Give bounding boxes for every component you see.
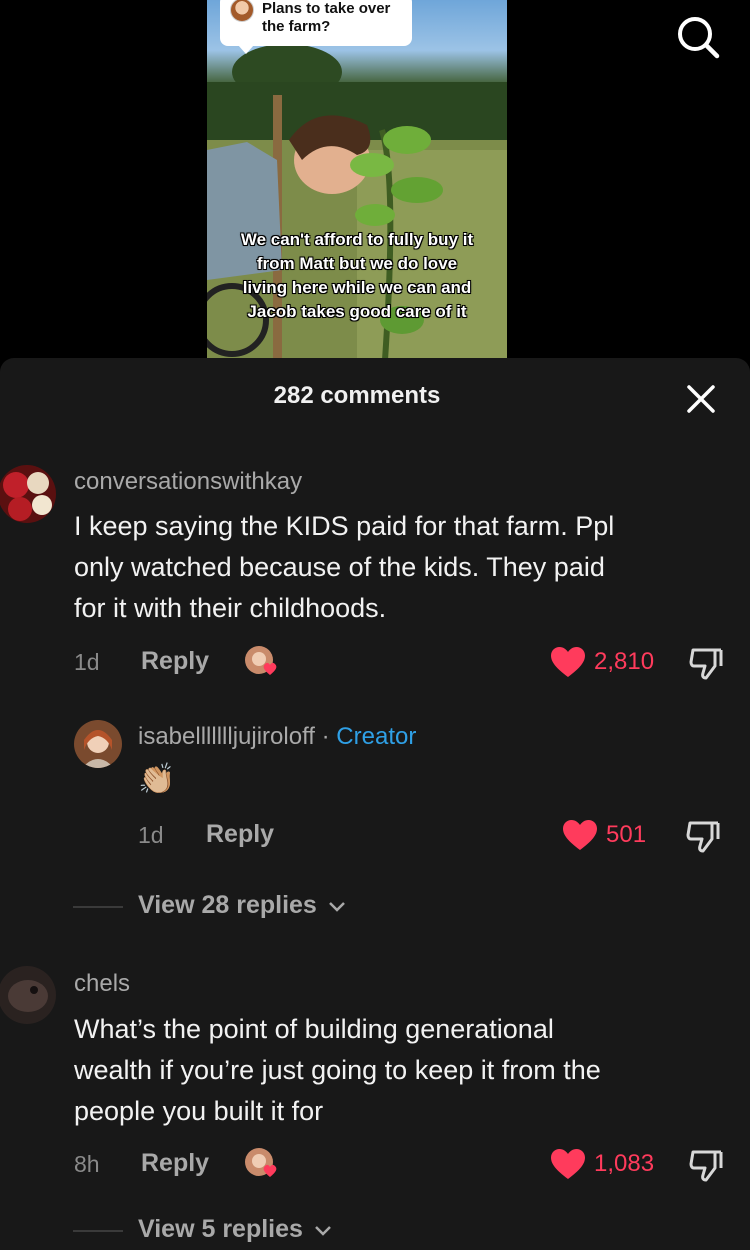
creator-avatar-image	[74, 720, 122, 768]
heart-icon[interactable]	[550, 1148, 586, 1180]
like-count: 2,810	[594, 648, 655, 675]
comment-username[interactable]: chels	[74, 970, 130, 998]
view-replies-button[interactable]: View 28 replies	[138, 891, 346, 920]
like-count: 1,083	[594, 1150, 655, 1177]
comment-text-line: only watched because of the kids. They p…	[74, 552, 605, 582]
comment-time: 8h	[74, 1151, 100, 1177]
comment-text-line: people you built it for	[74, 1096, 324, 1126]
reply-username: isabellllllljujiroloff · Creator	[138, 723, 416, 751]
reply-text: 👏🏼	[138, 763, 176, 796]
dislike-button[interactable]	[688, 1147, 724, 1183]
caption-line: living here while we can and	[242, 278, 472, 297]
video-area: Plans to take over the farm? We can't af…	[0, 0, 750, 360]
heart-icon[interactable]	[562, 819, 598, 851]
view-replies-label: View 28 replies	[138, 891, 317, 919]
sticker-avatar	[230, 0, 254, 22]
divider	[73, 1230, 123, 1232]
reply-time: 1d	[138, 822, 164, 848]
search-icon	[678, 17, 720, 59]
avatar-image	[0, 465, 56, 523]
thumbs-down-icon	[686, 821, 720, 853]
question-sticker-text: Plans to take over the farm?	[262, 0, 391, 35]
creator-liked-icon	[244, 645, 282, 679]
view-replies-label: View 5 replies	[138, 1215, 303, 1243]
like-count: 501	[606, 821, 647, 848]
creator-username[interactable]: isabellllllljujiroloff	[138, 723, 315, 750]
view-replies-button[interactable]: View 5 replies	[138, 1215, 332, 1244]
caption-line: from Matt but we do love	[256, 254, 458, 273]
comment-text-line: What’s the point of building generationa…	[74, 1014, 554, 1044]
comment-text-line: wealth if you’re just going to keep it f…	[74, 1055, 601, 1085]
reply-button[interactable]: Reply	[141, 647, 209, 676]
creator-liked-icon	[244, 1147, 282, 1181]
comment-time: 1d	[74, 649, 100, 675]
comment-text: I keep saying the KIDS paid for that far…	[74, 506, 734, 629]
reply-button[interactable]: Reply	[206, 820, 274, 849]
video-thumbnail[interactable]: Plans to take over the farm? We can't af…	[207, 0, 507, 360]
divider	[73, 906, 123, 908]
avatar[interactable]	[74, 720, 122, 768]
comment-text-line: for it with their childhoods.	[74, 593, 387, 623]
search-button[interactable]	[675, 14, 721, 60]
comment-text: What’s the point of building generationa…	[74, 1009, 734, 1132]
close-button[interactable]	[686, 384, 716, 414]
dislike-button[interactable]	[688, 645, 724, 681]
avatar-image	[0, 966, 56, 1024]
video-caption: We can't afford to fully buy it from Mat…	[207, 228, 507, 324]
caption-line: We can't afford to fully buy it	[240, 230, 474, 249]
username-separator: ·	[314, 723, 337, 750]
avatar[interactable]	[0, 465, 56, 523]
dislike-button[interactable]	[685, 818, 721, 854]
comment-text-line: I keep saying the KIDS paid for that far…	[74, 511, 615, 541]
caption-line: Jacob takes good care of it	[247, 302, 467, 321]
reply-button[interactable]: Reply	[141, 1149, 209, 1178]
thumbs-down-icon	[689, 648, 723, 680]
thumbs-down-icon	[689, 1150, 723, 1182]
avatar[interactable]	[0, 966, 56, 1024]
comments-sheet: 282 comments conversationswithkay I keep…	[0, 358, 750, 1250]
comment-username[interactable]: conversationswithkay	[74, 468, 302, 496]
comments-count-title: 282 comments	[273, 382, 441, 409]
chevron-down-icon	[328, 902, 345, 912]
heart-icon[interactable]	[550, 646, 586, 678]
creator-badge: Creator	[336, 723, 417, 750]
question-sticker: Plans to take over the farm?	[220, 0, 412, 54]
chevron-down-icon	[314, 1226, 331, 1236]
close-icon	[687, 385, 715, 413]
